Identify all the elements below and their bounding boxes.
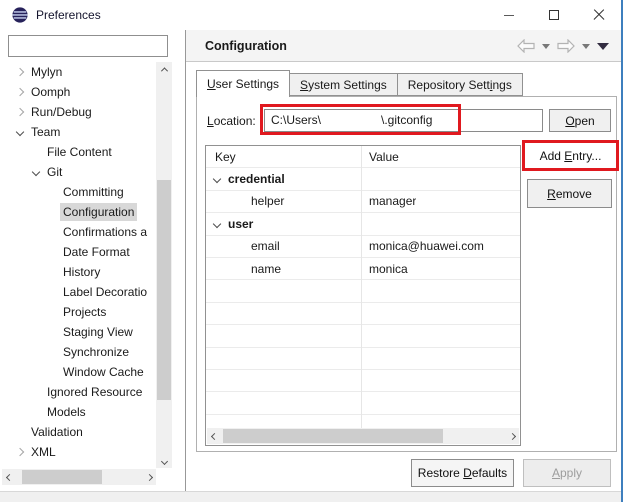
scroll-left-icon[interactable]	[207, 428, 221, 444]
tree-item-xml[interactable]: XML	[0, 442, 156, 458]
tree-horizontal-scrollbar[interactable]	[2, 469, 156, 485]
maximize-icon	[548, 10, 559, 20]
preferences-tree: Mylyn Oomph Run/Debug Team File Content …	[0, 62, 156, 458]
eclipse-logo-icon	[12, 7, 28, 23]
table-row-helper[interactable]: helper manager	[206, 191, 520, 214]
tree-item-oomph[interactable]: Oomph	[0, 82, 156, 102]
column-header-key: Key	[215, 149, 236, 164]
tree-item-team[interactable]: Team	[0, 122, 156, 142]
chevron-right-icon[interactable]	[12, 444, 28, 458]
open-button[interactable]: Open	[549, 109, 611, 132]
tab-system-settings[interactable]: System Settings	[289, 73, 398, 96]
chevron-down-icon[interactable]	[12, 124, 28, 140]
filter-input[interactable]	[8, 35, 168, 57]
close-icon	[593, 9, 605, 21]
settings-tab-bar: User Settings System Settings Repository…	[196, 70, 523, 97]
tree-item-configuration[interactable]: Configuration	[0, 202, 156, 222]
tree-item-projects[interactable]: Projects	[0, 302, 156, 322]
annotation-box-add-entry: Add Entry...	[522, 140, 619, 171]
tree-item-date-format[interactable]: Date Format	[0, 242, 156, 262]
empty-table-row	[206, 280, 520, 303]
empty-table-row	[206, 303, 520, 326]
maximize-button[interactable]	[531, 0, 576, 30]
page-title: Configuration	[205, 38, 287, 53]
preference-page: Configuration User Settings System Setti…	[186, 30, 621, 491]
tree-item-ignored-resources[interactable]: Ignored Resource	[0, 382, 156, 402]
titlebar: Preferences	[0, 0, 623, 30]
view-menu-icon[interactable]	[597, 42, 609, 50]
apply-button[interactable]: Apply	[523, 459, 611, 487]
tree-item-history[interactable]: History	[0, 262, 156, 282]
table-header-row: Key Value	[206, 146, 520, 169]
tree-item-run-debug[interactable]: Run/Debug	[0, 102, 156, 122]
table-row-user[interactable]: user	[206, 213, 520, 236]
window-title: Preferences	[36, 8, 101, 22]
chevron-right-icon[interactable]	[12, 64, 28, 80]
scroll-left-icon[interactable]	[2, 469, 16, 485]
chevron-down-icon[interactable]	[28, 164, 44, 180]
tree-item-models[interactable]: Models	[0, 402, 156, 422]
close-button[interactable]	[576, 0, 621, 30]
scroll-up-icon[interactable]	[156, 62, 172, 76]
scroll-right-icon[interactable]	[142, 469, 156, 485]
tree-item-validation[interactable]: Validation	[0, 422, 156, 442]
tab-repository-settings[interactable]: Repository Settings	[396, 73, 523, 96]
minimize-icon	[503, 14, 514, 16]
table-row-email[interactable]: email monica@huawei.com	[206, 236, 520, 258]
tree-item-label-decorations[interactable]: Label Decoratio	[0, 282, 156, 302]
dialog-bottom-area	[0, 491, 621, 502]
minimize-button[interactable]	[486, 0, 531, 30]
tree-item-synchronize[interactable]: Synchronize	[0, 342, 156, 362]
table-hscroll-thumb[interactable]	[223, 429, 443, 443]
remove-button[interactable]: Remove	[527, 179, 612, 208]
chevron-right-icon[interactable]	[12, 104, 28, 120]
back-arrow-icon[interactable]	[517, 39, 535, 53]
tree-item-mylyn[interactable]: Mylyn	[0, 62, 156, 82]
empty-table-row	[206, 348, 520, 370]
tree-vertical-scrollbar[interactable]	[156, 62, 172, 468]
tree-item-confirmations[interactable]: Confirmations a	[0, 222, 156, 242]
add-entry-button[interactable]: Add Entry...	[525, 143, 616, 168]
empty-table-row	[206, 392, 520, 415]
page-header: Configuration	[186, 30, 621, 62]
tree-item-window-cache[interactable]: Window Cache	[0, 362, 156, 382]
tree-item-staging-view[interactable]: Staging View	[0, 322, 156, 342]
tree-vscroll-thumb[interactable]	[157, 180, 171, 400]
preferences-sidebar: Mylyn Oomph Run/Debug Team File Content …	[0, 30, 185, 491]
location-label: Location:	[207, 114, 256, 128]
dropdown-caret-icon[interactable]	[542, 43, 550, 49]
scroll-right-icon[interactable]	[505, 428, 519, 444]
restore-defaults-button[interactable]: Restore Defaults	[411, 459, 514, 487]
chevron-down-icon[interactable]	[212, 219, 222, 229]
chevron-down-icon[interactable]	[212, 174, 222, 184]
dropdown-caret-icon[interactable]	[582, 43, 590, 49]
tree-item-committing[interactable]: Committing	[0, 182, 156, 202]
tab-user-settings[interactable]: User Settings	[196, 70, 291, 97]
config-table: Key Value credential helper manager user…	[205, 145, 521, 446]
empty-table-row	[206, 325, 520, 348]
table-horizontal-scrollbar[interactable]	[207, 428, 519, 444]
tree-item-git[interactable]: Git	[0, 162, 156, 182]
table-row-credential[interactable]: credential	[206, 168, 520, 191]
column-header-value: Value	[369, 149, 399, 164]
table-row-name[interactable]: name monica	[206, 258, 520, 281]
chevron-right-icon[interactable]	[12, 84, 28, 100]
user-settings-panel: Location: C:\Users\ \.gitconfig Open Key…	[196, 96, 619, 452]
tree-hscroll-thumb[interactable]	[22, 470, 102, 484]
column-divider	[361, 146, 362, 428]
location-field[interactable]: C:\Users\ \.gitconfig	[264, 109, 543, 132]
scroll-down-icon[interactable]	[156, 454, 172, 468]
empty-table-row	[206, 370, 520, 393]
tree-item-file-content[interactable]: File Content	[0, 142, 156, 162]
forward-arrow-icon[interactable]	[557, 39, 575, 53]
